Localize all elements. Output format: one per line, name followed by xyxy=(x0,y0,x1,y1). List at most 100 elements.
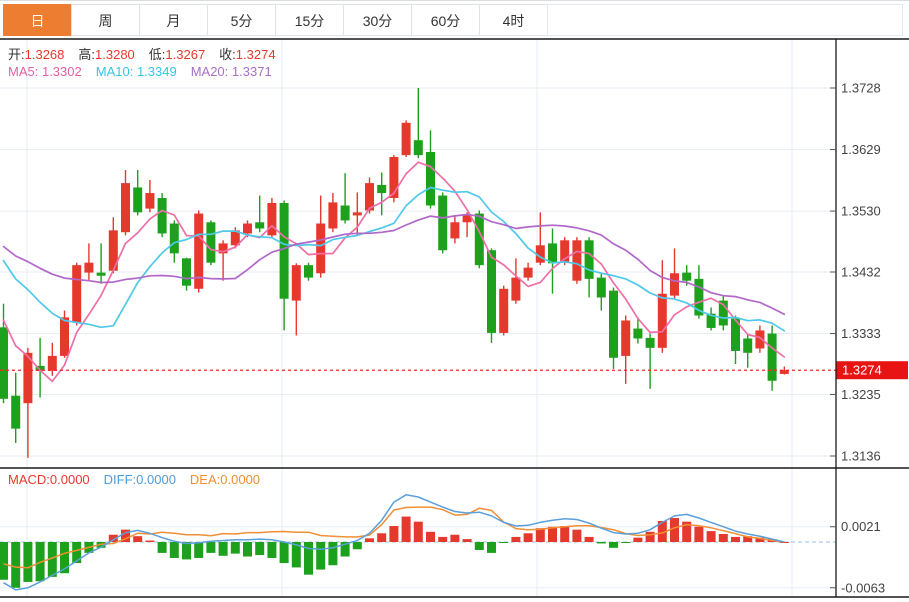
open-value: 1.3268 xyxy=(25,47,65,62)
candle-body xyxy=(438,196,447,251)
macd-bar xyxy=(219,542,228,556)
price-axis-tick: 1.3432 xyxy=(841,265,881,280)
macd-bar xyxy=(0,542,8,580)
macd-bar xyxy=(328,542,337,565)
candlestick-chart-canvas[interactable]: 1.32741.37281.36291.35301.34321.33331.32… xyxy=(0,38,909,602)
candle-body xyxy=(414,140,423,155)
candle-body xyxy=(609,291,618,358)
candle-body xyxy=(670,273,679,295)
macd-bar xyxy=(524,533,533,542)
macd-bar xyxy=(194,542,203,558)
macd-bar xyxy=(463,539,472,542)
macd-bar xyxy=(182,542,191,559)
candle-body xyxy=(170,224,179,254)
price-axis-tick: 1.3136 xyxy=(841,449,881,464)
price-axis-tick: 1.3530 xyxy=(841,204,881,219)
macd-label: MACD: xyxy=(8,472,50,487)
candle-body xyxy=(572,240,581,280)
candle-body xyxy=(255,222,264,228)
candle-body xyxy=(743,339,752,353)
macd-bar xyxy=(719,534,728,542)
candle-body xyxy=(84,263,93,273)
candle-body xyxy=(524,268,533,278)
macd-bar xyxy=(609,542,618,548)
macd-bar xyxy=(646,532,655,542)
candle-body xyxy=(633,329,642,339)
candle-body xyxy=(426,152,435,205)
macd-value: 0.0000 xyxy=(50,472,90,487)
candle-body xyxy=(121,183,130,232)
dea-label: DEA: xyxy=(190,472,220,487)
candle-body xyxy=(97,273,106,276)
tab-timeframe-0[interactable]: 日 xyxy=(3,4,72,36)
macd-bar xyxy=(158,542,167,553)
tab-timeframe-5[interactable]: 30分 xyxy=(343,4,412,36)
macd-bar xyxy=(450,535,459,542)
candle-body xyxy=(304,265,313,277)
macd-bar xyxy=(231,542,240,554)
ma20-label: MA20: xyxy=(191,64,229,79)
dea-value: 0.0000 xyxy=(220,472,260,487)
ma-readout: MA5: 1.3302MA10: 1.3349MA20: 1.3371 xyxy=(8,64,272,79)
macd-bar xyxy=(426,532,435,542)
macd-bar xyxy=(316,542,325,570)
tab-timeframe-2[interactable]: 月 xyxy=(139,4,208,36)
macd-axis-tick: -0.0063 xyxy=(841,580,885,595)
candle-body xyxy=(280,203,289,299)
macd-bar xyxy=(572,530,581,542)
macd-bar xyxy=(487,542,496,553)
ma10-line xyxy=(4,188,785,331)
macd-bar xyxy=(145,541,154,542)
open-label: 开: xyxy=(8,47,25,62)
kline-chart-window: 日周月5分15分30分60分4时 开:1.3268高:1.3280低:1.326… xyxy=(0,0,909,602)
tabbar-filler xyxy=(547,4,903,36)
macd-bar xyxy=(170,542,179,558)
candle-body xyxy=(267,203,276,235)
candle-body xyxy=(658,294,667,348)
candle-body xyxy=(646,338,655,348)
timeframe-tabbar: 日周月5分15分30分60分4时 xyxy=(0,0,909,38)
candle-body xyxy=(316,224,325,274)
macd-bar xyxy=(206,542,215,553)
candle-body xyxy=(48,356,57,371)
candle-body xyxy=(328,202,337,228)
ohlc-readout: 开:1.3268高:1.3280低:1.3267收:1.3274 xyxy=(8,44,276,63)
candle-body xyxy=(292,265,301,300)
macd-bar xyxy=(511,537,520,542)
candles-layer xyxy=(0,88,789,458)
macd-bar xyxy=(475,542,484,550)
macd-bar xyxy=(731,537,740,542)
candle-body xyxy=(511,278,520,301)
candle-body xyxy=(585,240,594,279)
tab-timeframe-7[interactable]: 4时 xyxy=(479,4,548,36)
macd-bar xyxy=(365,538,374,542)
ma20-value: 1.3371 xyxy=(232,64,272,79)
price-axis-tick: 1.3333 xyxy=(841,326,881,341)
close-label: 收: xyxy=(219,47,236,62)
macd-bar xyxy=(255,542,264,555)
candle-body xyxy=(377,185,386,193)
candle-body xyxy=(11,396,20,429)
diff-label: DIFF: xyxy=(104,472,137,487)
candle-body xyxy=(72,265,81,322)
macd-bar xyxy=(585,537,594,542)
tab-timeframe-6[interactable]: 60分 xyxy=(411,4,480,36)
macd-bar xyxy=(438,537,447,542)
candle-body xyxy=(499,289,508,333)
macd-bar xyxy=(267,542,276,558)
diff-value: 0.0000 xyxy=(136,472,176,487)
ma20-line xyxy=(4,215,785,315)
macd-bar xyxy=(536,528,545,542)
macd-bar xyxy=(133,536,142,542)
macd-axis-tick: 0.0021 xyxy=(841,519,881,534)
high-value: 1.3280 xyxy=(95,47,135,62)
candle-body xyxy=(597,278,606,298)
price-axis-tick: 1.3629 xyxy=(841,142,881,157)
candle-body xyxy=(682,273,691,281)
macd-bar xyxy=(353,542,362,549)
low-label: 低: xyxy=(149,47,166,62)
tab-timeframe-3[interactable]: 5分 xyxy=(207,4,276,36)
tab-timeframe-4[interactable]: 15分 xyxy=(275,4,344,36)
tab-timeframe-1[interactable]: 周 xyxy=(71,4,140,36)
macd-bar xyxy=(280,542,289,563)
